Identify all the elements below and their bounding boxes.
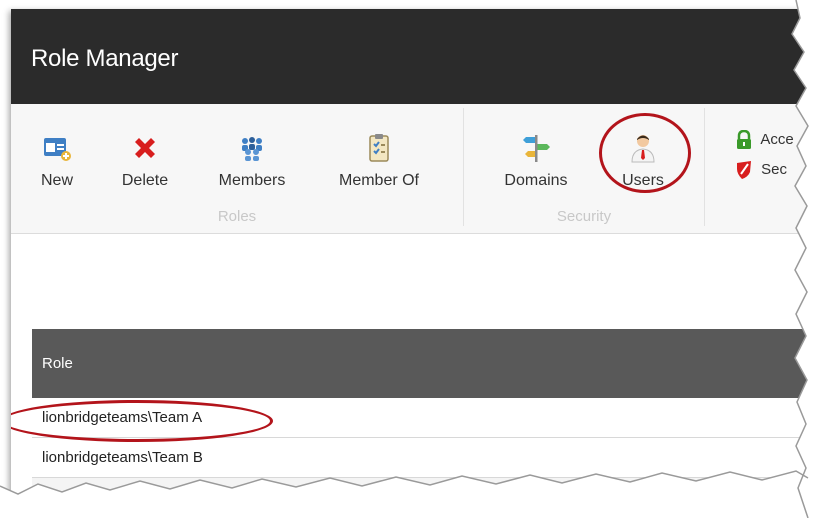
ribbon-group-label-roles: Roles — [217, 208, 257, 225]
ribbon-separator — [704, 108, 705, 226]
ribbon-group-label-security: Security — [556, 208, 612, 225]
domains-button[interactable]: Domains — [492, 132, 580, 190]
grid-header: Role — [32, 329, 822, 398]
member-of-icon — [369, 134, 389, 162]
column-header-role[interactable]: Role — [42, 355, 73, 372]
new-button[interactable]: New — [37, 132, 77, 190]
security-editor-button[interactable]: Sec — [735, 160, 787, 180]
users-button-label: Users — [622, 172, 664, 189]
ribbon-group-roles: New Delete Members Member Of Roles — [11, 104, 463, 233]
delete-icon — [135, 138, 155, 158]
access-viewer-button[interactable]: Acce — [735, 129, 794, 150]
delete-button-label: Delete — [121, 172, 169, 189]
domains-icon — [523, 135, 550, 162]
role-cell: sitecore\Analytics Advanced Testing — [42, 489, 281, 506]
users-icon — [631, 135, 655, 163]
ribbon: New Delete Members Member Of Roles Domai… — [11, 104, 822, 234]
title-bar: Role Manager — [11, 9, 822, 104]
roles-grid: Role lionbridgeteams\Team A lionbridgete… — [32, 329, 822, 509]
role-cell: lionbridgeteams\Team A — [42, 409, 203, 426]
table-row[interactable]: lionbridgeteams\Team B — [32, 438, 822, 478]
table-row[interactable]: sitecore\Analytics Advanced Testing — [32, 478, 822, 509]
security-shield-icon — [737, 161, 751, 179]
new-role-icon — [44, 138, 71, 161]
security-editor-label: Sec — [761, 160, 788, 178]
access-viewer-label: Acce — [760, 130, 794, 148]
member-of-button[interactable]: Member Of — [327, 132, 431, 190]
table-row[interactable]: lionbridgeteams\Team A — [32, 398, 822, 438]
users-button[interactable]: Users — [610, 132, 676, 190]
ribbon-group-security: Domains Users Security — [464, 104, 704, 233]
role-cell: lionbridgeteams\Team B — [42, 449, 203, 466]
role-manager-window: Role Manager New Delete Members Member O… — [11, 9, 822, 509]
lock-icon — [737, 129, 751, 149]
members-icon — [242, 137, 262, 161]
delete-button[interactable]: Delete — [107, 132, 183, 190]
new-button-label: New — [40, 172, 73, 189]
members-button-label: Members — [218, 172, 286, 189]
members-button[interactable]: Members — [207, 132, 297, 190]
member-of-button-label: Member Of — [338, 172, 419, 189]
window-title: Role Manager — [31, 45, 179, 72]
domains-button-label: Domains — [504, 172, 568, 189]
